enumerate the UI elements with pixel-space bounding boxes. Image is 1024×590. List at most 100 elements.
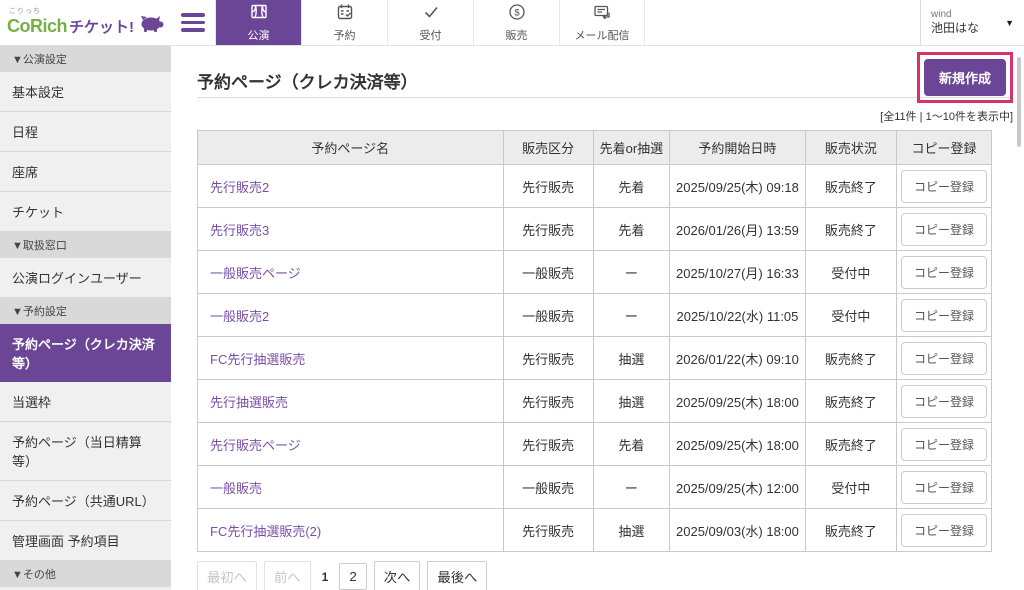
create-new-button[interactable]: 新規作成	[924, 59, 1006, 96]
top-bar: こりっち CoRich チケット!	[0, 0, 1024, 46]
pagination-current-page: 1	[318, 565, 333, 589]
sidebar-item-reservation-page-common-url[interactable]: 予約ページ（共通URL）	[0, 481, 171, 521]
sidebar-item-basic-settings[interactable]: 基本設定	[0, 72, 171, 112]
chevron-down-icon: ▼	[1005, 18, 1014, 28]
fcfs-or-lottery-cell: 抽選	[593, 337, 669, 380]
sidebar-item-seats[interactable]: 座席	[0, 152, 171, 192]
sales-category-cell: 先行販売	[503, 337, 593, 380]
logo-product-text: チケット!	[69, 16, 134, 37]
pagination-last-button[interactable]: 最後へ	[427, 561, 487, 590]
tab-reservations[interactable]: 予約	[301, 0, 387, 45]
sales-category-cell: 先行販売	[503, 165, 593, 208]
column-header-copy-register: コピー登録	[896, 131, 991, 165]
column-header-sales-status: 販売状況	[805, 131, 896, 165]
sales-category-cell: 先行販売	[503, 380, 593, 423]
copy-register-button[interactable]: コピー登録	[901, 428, 987, 461]
fcfs-or-lottery-cell: 抽選	[593, 380, 669, 423]
sidebar-item-reservation-page-credit[interactable]: 予約ページ（クレカ決済等）	[0, 324, 171, 382]
sidebar-item-reservation-page-sameday[interactable]: 予約ページ（当日精算等）	[0, 422, 171, 481]
check-icon	[422, 3, 440, 24]
start-datetime-cell: 2025/10/22(水) 11:05	[669, 294, 805, 337]
reservation-page-link[interactable]: 一般販売2	[210, 309, 269, 324]
sales-category-cell: 先行販売	[503, 208, 593, 251]
hamburger-menu-button[interactable]	[171, 0, 215, 45]
sales-category-cell: 先行販売	[503, 509, 593, 552]
pagination-prev-button[interactable]: 前へ	[264, 561, 311, 590]
fcfs-or-lottery-cell: 抽選	[593, 509, 669, 552]
copy-register-button[interactable]: コピー登録	[901, 514, 987, 547]
svg-text:$: $	[514, 7, 520, 18]
tab-performances[interactable]: 公演	[215, 0, 301, 45]
pagination-next-button[interactable]: 次へ	[374, 561, 421, 590]
tab-reception[interactable]: 受付	[387, 0, 473, 45]
sidebar-item-performance-login-users[interactable]: 公演ログインユーザー	[0, 258, 171, 298]
user-organization: wind	[931, 9, 979, 22]
sales-status-cell: 販売終了	[805, 165, 896, 208]
tab-sales[interactable]: $ 販売	[473, 0, 559, 45]
start-datetime-cell: 2025/09/25(木) 12:00	[669, 466, 805, 509]
sales-status-cell: 受付中	[805, 466, 896, 509]
sidebar-item-schedule[interactable]: 日程	[0, 112, 171, 152]
app-logo[interactable]: こりっち CoRich チケット!	[0, 0, 171, 45]
start-datetime-cell: 2025/09/25(木) 18:00	[669, 423, 805, 466]
sidebar-section-other: ▼その他	[0, 561, 171, 587]
table-row: 一般販売2 一般販売 ー 2025/10/22(水) 11:05 受付中 コピー…	[198, 294, 992, 337]
pig-mascot-icon	[140, 15, 164, 37]
table-row: 先行販売ページ 先行販売 先着 2025/09/25(木) 18:00 販売終了…	[198, 423, 992, 466]
page-title: 予約ページ（クレカ決済等）	[197, 68, 418, 93]
fcfs-or-lottery-cell: ー	[593, 466, 669, 509]
sidebar-item-tickets[interactable]: チケット	[0, 192, 171, 232]
column-header-start-datetime: 予約開始日時	[669, 131, 805, 165]
copy-register-button[interactable]: コピー登録	[901, 170, 987, 203]
sales-status-cell: 販売終了	[805, 423, 896, 466]
sidebar-item-admin-reservation-fields[interactable]: 管理画面 予約項目	[0, 521, 171, 561]
sales-status-cell: 販売終了	[805, 337, 896, 380]
reservation-page-link[interactable]: 一般販売ページ	[210, 266, 301, 281]
sidebar-section-performance-settings: ▼公演設定	[0, 46, 171, 72]
pagination-first-button[interactable]: 最初へ	[197, 561, 257, 590]
fcfs-or-lottery-cell: 先着	[593, 165, 669, 208]
start-datetime-cell: 2025/09/25(木) 18:00	[669, 380, 805, 423]
reservation-page-link[interactable]: 先行販売3	[210, 223, 269, 238]
user-menu[interactable]: wind 池田はな ▼	[920, 0, 1024, 45]
copy-register-button[interactable]: コピー登録	[901, 385, 987, 418]
sales-category-cell: 先行販売	[503, 423, 593, 466]
table-row: 一般販売ページ 一般販売 ー 2025/10/27(月) 16:33 受付中 コ…	[198, 251, 992, 294]
copy-register-button[interactable]: コピー登録	[901, 342, 987, 375]
logo-ruby-text: こりっち	[9, 6, 41, 16]
pagination-page-2-button[interactable]: 2	[339, 563, 366, 590]
pagination: 最初へ 前へ 1 2 次へ 最後へ	[197, 561, 1013, 590]
copy-register-button[interactable]: コピー登録	[901, 213, 987, 246]
start-datetime-cell: 2025/10/27(月) 16:33	[669, 251, 805, 294]
start-datetime-cell: 2026/01/22(木) 09:10	[669, 337, 805, 380]
fcfs-or-lottery-cell: ー	[593, 251, 669, 294]
table-row: 先行販売2 先行販売 先着 2025/09/25(木) 09:18 販売終了 コ…	[198, 165, 992, 208]
fcfs-or-lottery-cell: ー	[593, 294, 669, 337]
copy-register-button[interactable]: コピー登録	[901, 471, 987, 504]
calendar-check-icon	[336, 3, 354, 24]
reservation-page-link[interactable]: 一般販売	[210, 481, 262, 496]
copy-register-button[interactable]: コピー登録	[901, 299, 987, 332]
fcfs-or-lottery-cell: 先着	[593, 208, 669, 251]
sales-category-cell: 一般販売	[503, 251, 593, 294]
sales-category-cell: 一般販売	[503, 294, 593, 337]
start-datetime-cell: 2025/09/03(水) 18:00	[669, 509, 805, 552]
column-header-fcfs-or-lottery: 先着or抽選	[593, 131, 669, 165]
sales-status-cell: 受付中	[805, 294, 896, 337]
reservation-page-link[interactable]: FC先行抽選販売(2)	[210, 524, 321, 539]
reservation-page-link[interactable]: 先行抽選販売	[210, 395, 288, 410]
copy-register-button[interactable]: コピー登録	[901, 256, 987, 289]
tab-mail-delivery[interactable]: メール配信	[559, 0, 645, 45]
reservation-page-link[interactable]: FC先行抽選販売	[210, 352, 305, 367]
sales-status-cell: 販売終了	[805, 208, 896, 251]
main-content: 予約ページ（クレカ決済等） 新規作成 [全11件 | 1〜10件を表示中] 予約…	[171, 46, 1024, 590]
reservation-page-link[interactable]: 先行販売ページ	[210, 438, 301, 453]
reservation-page-link[interactable]: 先行販売2	[210, 180, 269, 195]
menu-icon	[181, 13, 205, 17]
vertical-scrollbar[interactable]	[1017, 57, 1021, 147]
start-datetime-cell: 2025/09/25(木) 09:18	[669, 165, 805, 208]
sidebar-item-winning-slots[interactable]: 当選枠	[0, 382, 171, 422]
sidebar: ▼公演設定 基本設定 日程 座席 チケット ▼取扱窓口 公演ログインユーザー ▼…	[0, 46, 171, 590]
mail-delivery-icon	[593, 3, 611, 24]
sidebar-section-sales-windows: ▼取扱窓口	[0, 232, 171, 258]
